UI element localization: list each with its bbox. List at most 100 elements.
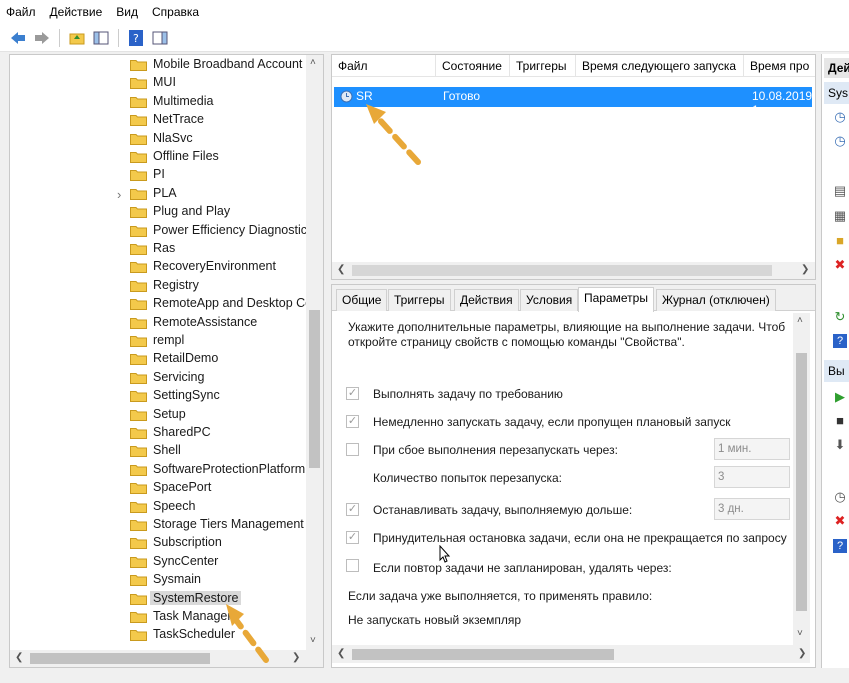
refresh-icon[interactable]: ↻ <box>833 310 847 324</box>
tree-item[interactable]: Shell <box>10 442 306 460</box>
task-list-hscrollbar[interactable]: ❮ ❯ <box>332 262 815 279</box>
disable-icon[interactable]: ⬇ <box>833 438 847 452</box>
column-header-name[interactable]: Файл <box>332 55 436 77</box>
menu-file[interactable]: Файл <box>6 5 36 19</box>
column-header-status[interactable]: Состояние <box>436 55 510 77</box>
scroll-right-icon[interactable]: ❯ <box>798 648 806 659</box>
tab-settings[interactable]: Параметры <box>578 287 654 312</box>
create-task-icon[interactable]: ◷ <box>833 134 847 148</box>
tree-item[interactable]: SyncCenter <box>10 553 306 571</box>
tree-item[interactable]: Power Efficiency Diagnostic <box>10 222 307 240</box>
display-running-icon[interactable]: ▦ <box>833 209 847 223</box>
help-icon[interactable]: ? <box>833 539 847 553</box>
scroll-down-icon[interactable]: ˅ <box>310 635 316 646</box>
scroll-down-icon[interactable]: ˅ <box>797 628 803 639</box>
stop-after-field[interactable]: 3 дн. <box>714 498 790 520</box>
tree-item[interactable]: Subscription <box>10 534 306 552</box>
menu-view[interactable]: Вид <box>116 5 138 19</box>
back-button[interactable] <box>8 28 28 48</box>
show-hide-tree-button[interactable] <box>91 28 111 48</box>
tree-item[interactable]: rempl <box>10 332 306 350</box>
tree-item[interactable]: Multimedia <box>10 93 306 111</box>
tree-item[interactable]: Mobile Broadband Account <box>10 56 306 74</box>
running-rule-value[interactable]: Не запускать новый экземпляр <box>348 613 521 627</box>
scroll-left-icon[interactable]: ❮ <box>337 648 345 659</box>
tree-item[interactable]: SharedPC <box>10 424 306 442</box>
scroll-thumb[interactable] <box>352 649 614 660</box>
menu-help[interactable]: Справка <box>152 5 199 19</box>
tree-item[interactable]: SettingSync <box>10 387 306 405</box>
tree-item[interactable]: Storage Tiers Management <box>10 516 306 534</box>
properties-icon[interactable]: ◷ <box>833 490 847 504</box>
scroll-thumb[interactable] <box>796 353 807 611</box>
scroll-left-icon[interactable]: ❮ <box>337 264 345 275</box>
restart-on-failure-checkbox[interactable] <box>346 443 359 456</box>
import-task-icon[interactable]: ▤ <box>833 184 847 198</box>
scroll-up-icon[interactable]: ˄ <box>310 57 316 68</box>
delete-task-checkbox[interactable] <box>346 559 359 572</box>
show-action-pane-button[interactable] <box>150 28 170 48</box>
restart-count-field[interactable]: 3 <box>714 466 790 488</box>
tree-item[interactable]: NlaSvc <box>10 130 306 148</box>
scroll-thumb[interactable] <box>352 265 772 276</box>
run-missed-checkbox[interactable]: ✓ <box>346 415 359 428</box>
tab-history[interactable]: Журнал (отключен) <box>656 289 776 311</box>
properties-hscrollbar[interactable]: ❮ ❯ <box>332 645 810 663</box>
actions-section-selected-item[interactable]: Вы <box>824 360 849 382</box>
scroll-thumb[interactable] <box>309 310 320 468</box>
tree-item[interactable]: Offline Files <box>10 148 306 166</box>
tree-item[interactable]: SoftwareProtectionPlatform <box>10 461 306 479</box>
tree-item[interactable]: › PLA <box>10 185 306 203</box>
stop-long-task-checkbox[interactable]: ✓ <box>346 503 359 516</box>
help-icon[interactable]: ? <box>833 334 847 348</box>
actions-section-task-folder[interactable]: Sys <box>824 82 849 104</box>
scroll-right-icon[interactable]: ❯ <box>801 264 809 275</box>
new-folder-icon[interactable]: ■ <box>833 234 847 248</box>
tree-item[interactable]: Servicing <box>10 369 306 387</box>
tab-conditions[interactable]: Условия <box>520 289 579 311</box>
tree-item[interactable]: TaskScheduler <box>10 626 306 644</box>
tab-triggers[interactable]: Триггеры <box>388 289 451 311</box>
tree-item[interactable]: SpacePort <box>10 479 306 497</box>
tree-item[interactable]: RetailDemo <box>10 350 306 368</box>
column-header-next-run[interactable]: Время следующего запуска <box>576 55 744 77</box>
create-basic-task-icon[interactable]: ◷ <box>833 110 847 124</box>
scroll-left-icon[interactable]: ❮ <box>15 652 23 663</box>
expand-chevron-icon[interactable]: › <box>117 187 121 202</box>
tree-item[interactable]: Speech <box>10 498 306 516</box>
on-demand-checkbox[interactable]: ✓ <box>346 387 359 400</box>
tree-item[interactable]: RecoveryEnvironment <box>10 258 306 276</box>
column-header-last-run[interactable]: Время про <box>744 55 815 77</box>
end-icon[interactable]: ■ <box>833 414 847 428</box>
menu-action[interactable]: Действие <box>50 5 103 19</box>
tab-actions[interactable]: Действия <box>454 289 519 311</box>
tree-item[interactable]: MUI <box>10 74 306 92</box>
tab-general[interactable]: Общие <box>336 289 388 311</box>
tree-item[interactable]: Task Manager <box>10 608 306 626</box>
tree-item[interactable]: Plug and Play <box>10 203 306 221</box>
tree-item[interactable]: RemoteAssistance <box>10 314 306 332</box>
tree-item[interactable]: Sysmain <box>10 571 306 589</box>
delete-icon[interactable]: ✖ <box>833 514 847 528</box>
run-icon[interactable]: ▶ <box>833 390 847 404</box>
tree-item[interactable]: Ras <box>10 240 306 258</box>
properties-vscrollbar[interactable]: ˄ ˅ <box>793 313 810 645</box>
tree-item[interactable]: RemoteApp and Desktop Cc <box>10 295 311 313</box>
tree-item[interactable]: PI <box>10 166 306 184</box>
tree-item[interactable]: Setup <box>10 406 306 424</box>
force-stop-checkbox[interactable]: ✓ <box>346 531 359 544</box>
up-folder-button[interactable] <box>67 28 87 48</box>
scroll-up-icon[interactable]: ˄ <box>797 315 803 326</box>
tree-vscrollbar[interactable]: ˄ ˅ <box>306 55 323 650</box>
table-row[interactable]: SR Готово 10.08.2019 1 <box>334 87 812 117</box>
tree-item[interactable]: NetTrace <box>10 111 306 129</box>
tree-item[interactable]: Registry <box>10 277 306 295</box>
scroll-thumb[interactable] <box>30 653 210 664</box>
delete-folder-icon[interactable]: ✖ <box>833 258 847 272</box>
restart-interval-field[interactable]: 1 мин. <box>714 438 790 460</box>
tree-hscrollbar[interactable]: ❮ ❯ <box>10 650 323 667</box>
tree-item[interactable]: SystemRestore <box>10 590 306 608</box>
column-header-triggers[interactable]: Триггеры <box>510 55 576 77</box>
help-button[interactable]: ? <box>126 28 146 48</box>
scroll-right-icon[interactable]: ❯ <box>292 652 300 663</box>
